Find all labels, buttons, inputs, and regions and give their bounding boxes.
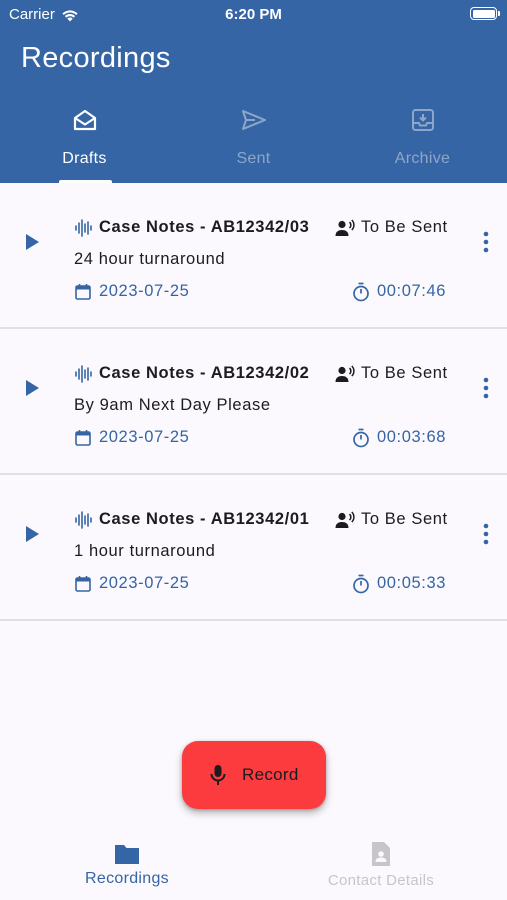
recording-duration: 00:03:68	[377, 428, 447, 446]
record-button[interactable]: Record	[182, 741, 326, 809]
audio-wave-icon	[75, 511, 92, 529]
recording-duration: 00:05:33	[377, 574, 447, 592]
recording-status: To Be Sent	[361, 364, 448, 382]
calendar-icon	[75, 576, 91, 592]
nav-item-contact-details-label: Contact Details	[327, 872, 435, 889]
bottom-navigation: Recordings Contact Details	[0, 830, 507, 900]
recording-note: 24 hour turnaround	[74, 250, 226, 268]
calendar-icon	[75, 284, 91, 300]
tab-sent[interactable]: Sent	[169, 100, 338, 183]
play-icon[interactable]	[22, 524, 42, 544]
app-bar: Carrier 6:20 PM Recordings Drafts Sent A…	[0, 0, 507, 183]
recording-date: 2023-07-25	[99, 574, 190, 592]
tab-sent-label: Sent	[236, 150, 271, 167]
tab-archive-label: Archive	[394, 150, 451, 167]
recording-card[interactable]: Case Notes - AB12342/02 To Be Sent By 9a…	[0, 329, 507, 475]
contact-file-icon	[372, 842, 390, 866]
more-vert-icon[interactable]	[476, 230, 496, 254]
timer-icon	[353, 428, 369, 448]
nav-item-contact-details[interactable]: Contact Details	[254, 830, 507, 900]
recording-date: 2023-07-25	[99, 282, 190, 300]
recording-title: Case Notes - AB12342/02	[99, 364, 310, 382]
archive-icon	[411, 109, 434, 131]
calendar-icon	[75, 430, 91, 446]
recording-status: To Be Sent	[361, 218, 448, 236]
record-button-label: Record	[242, 765, 299, 784]
audio-wave-icon	[75, 219, 92, 237]
tab-drafts-label: Drafts	[62, 150, 107, 167]
recording-title: Case Notes - AB12342/03	[99, 218, 310, 236]
microphone-icon	[210, 765, 226, 785]
recording-status: To Be Sent	[361, 510, 448, 528]
recording-duration: 00:07:46	[377, 282, 447, 300]
audio-wave-icon	[75, 365, 92, 383]
speaker-person-icon	[335, 511, 355, 528]
more-vert-icon[interactable]	[476, 376, 496, 400]
send-icon	[241, 110, 266, 130]
recording-card[interactable]: Case Notes - AB12342/01 To Be Sent 1 hou…	[0, 475, 507, 621]
speaker-person-icon	[335, 219, 355, 236]
recording-note: By 9am Next Day Please	[74, 396, 271, 414]
timer-icon	[353, 574, 369, 594]
tab-drafts[interactable]: Drafts	[0, 100, 169, 183]
recording-title: Case Notes - AB12342/01	[99, 510, 310, 528]
battery-icon	[470, 7, 500, 20]
envelope-open-icon	[73, 109, 96, 131]
tab-bar: Drafts Sent Archive	[0, 100, 507, 183]
recordings-list: Case Notes - AB12342/03 To Be Sent 24 ho…	[0, 183, 507, 621]
speaker-person-icon	[335, 365, 355, 382]
recording-note: 1 hour turnaround	[74, 542, 216, 560]
more-vert-icon[interactable]	[476, 522, 496, 546]
recording-date: 2023-07-25	[99, 428, 190, 446]
play-icon[interactable]	[22, 232, 42, 252]
folder-icon	[115, 845, 139, 864]
status-bar: Carrier 6:20 PM	[0, 0, 507, 28]
recording-card[interactable]: Case Notes - AB12342/03 To Be Sent 24 ho…	[0, 183, 507, 329]
nav-item-recordings[interactable]: Recordings	[0, 830, 254, 900]
clock: 6:20 PM	[225, 6, 282, 23]
play-icon[interactable]	[22, 378, 42, 398]
nav-item-recordings-label: Recordings	[85, 870, 169, 887]
tab-archive[interactable]: Archive	[338, 100, 507, 183]
page-title: Recordings	[21, 42, 171, 74]
timer-icon	[353, 282, 369, 302]
